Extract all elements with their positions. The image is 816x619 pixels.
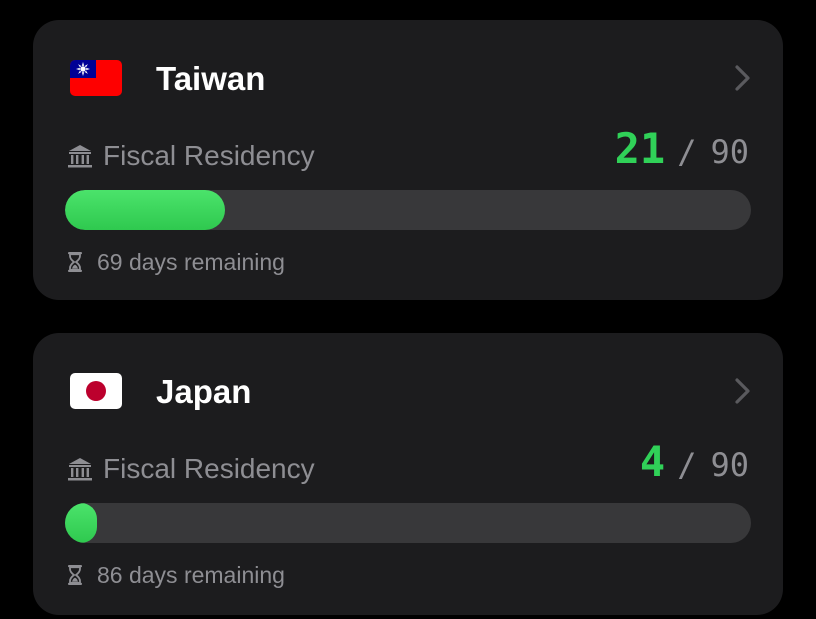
counter-separator: / <box>677 133 697 171</box>
residency-label: Fiscal Residency <box>103 140 315 171</box>
days-counter: 21 / 90 <box>615 124 749 176</box>
days-counted: 4 <box>639 437 666 486</box>
taiwan-flag-icon <box>70 60 122 96</box>
residency-row: Fiscal Residency <box>67 138 315 174</box>
progress-bar <box>65 190 751 230</box>
days-limit: 90 <box>710 133 749 171</box>
remaining-row: 86 days remaining <box>67 559 285 591</box>
bank-icon <box>67 143 93 169</box>
days-limit: 90 <box>710 446 749 484</box>
progress-bar <box>65 503 751 543</box>
chevron-right-icon[interactable] <box>733 377 753 405</box>
country-name: Taiwan <box>156 60 266 97</box>
chevron-right-icon[interactable] <box>733 64 753 92</box>
progress-fill <box>65 190 226 230</box>
days-remaining-label: 69 days remaining <box>97 249 285 275</box>
hourglass-icon <box>67 564 83 586</box>
japan-flag-icon <box>70 373 122 409</box>
counter-separator: / <box>677 446 697 484</box>
days-counted: 21 <box>614 124 666 173</box>
progress-fill <box>65 503 97 543</box>
days-counter: 4 / 90 <box>640 437 749 489</box>
bank-icon <box>67 456 93 482</box>
days-remaining-label: 86 days remaining <box>97 562 285 588</box>
country-card-japan[interactable]: Japan Fiscal Residency 4 / 90 86 days re… <box>33 333 783 615</box>
country-card-taiwan[interactable]: Taiwan Fiscal Residency 21 / 90 69 days … <box>33 20 783 300</box>
residency-row: Fiscal Residency <box>67 451 315 487</box>
remaining-row: 69 days remaining <box>67 246 285 278</box>
hourglass-icon <box>67 251 83 273</box>
residency-label: Fiscal Residency <box>103 453 315 484</box>
country-name: Japan <box>156 373 252 410</box>
